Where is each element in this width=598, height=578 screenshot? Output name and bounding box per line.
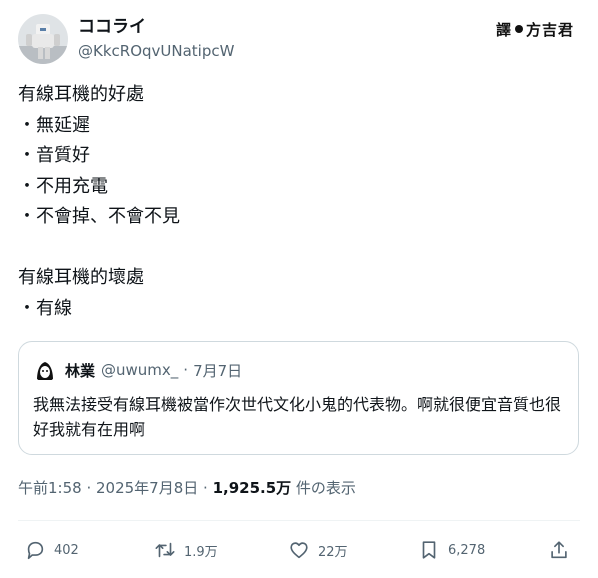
views-label: 件の表示 bbox=[291, 479, 356, 497]
views-count: 1,925.5万 bbox=[212, 479, 292, 497]
user-name-block: ココライ @KkcROqvUNatipcW bbox=[78, 16, 234, 62]
bookmark-button[interactable]: 6,278 bbox=[418, 533, 485, 567]
reply-count: 402 bbox=[54, 542, 79, 558]
quoted-avatar[interactable] bbox=[33, 358, 57, 382]
repost-count: 1.9万 bbox=[184, 544, 218, 560]
tweet-line: ・無延遲 bbox=[18, 114, 90, 136]
repost-icon bbox=[155, 542, 175, 558]
reply-button[interactable]: 402 bbox=[24, 533, 79, 567]
display-name[interactable]: ココライ bbox=[78, 16, 234, 38]
post-time[interactable]: 午前1:58 · 2025年7月8日 · bbox=[18, 479, 213, 497]
quoted-text: 我無法接受有線耳機被當作次世代文化小鬼的代表物。啊就很便宜音質也很好我就有在用啊 bbox=[33, 395, 562, 439]
like-count: 22万 bbox=[318, 544, 348, 560]
tweet-line: 有線耳機的壞處 bbox=[18, 267, 144, 288]
watermark-part1: 譯 bbox=[495, 20, 512, 39]
reply-icon bbox=[27, 541, 44, 560]
tweet-meta: 午前1:58 · 2025年7月8日 · 1,925.5万 件の表示 bbox=[18, 477, 356, 498]
user-handle[interactable]: @KkcROqvUNatipcW bbox=[78, 40, 234, 62]
like-button[interactable]: 22万 bbox=[288, 533, 348, 567]
tweet-line: ・不用充電 bbox=[18, 175, 108, 197]
divider bbox=[18, 520, 580, 521]
repost-button[interactable]: 1.9万 bbox=[154, 533, 218, 567]
tweet-line: ・有線 bbox=[18, 297, 72, 319]
quoted-date[interactable]: 7月7日 bbox=[193, 360, 242, 381]
watermark-dot bbox=[514, 25, 523, 33]
watermark: 譯 方吉君 bbox=[496, 18, 574, 40]
tweet-line: ・音質好 bbox=[18, 145, 90, 166]
quoted-display-name[interactable]: 林業 bbox=[65, 360, 95, 381]
tweet-line: 有線耳機的好處 bbox=[18, 84, 144, 105]
share-icon bbox=[551, 541, 567, 559]
action-bar: 402 1.9万 22万 6,278 bbox=[18, 533, 580, 567]
share-button[interactable] bbox=[548, 533, 578, 567]
quoted-tweet[interactable]: 林業 @uwumx_ · 7月7日 我無法接受有線耳機被當作次世代文化小鬼的代表… bbox=[18, 341, 579, 455]
avatar[interactable] bbox=[18, 14, 68, 64]
bookmark-count: 6,278 bbox=[448, 542, 486, 558]
tweet-line: ・不會掉、不會不見 bbox=[18, 206, 180, 227]
quoted-tweet-header: 林業 @uwumx_ · 7月7日 bbox=[33, 358, 242, 382]
bookmark-icon bbox=[422, 541, 436, 559]
tweet-header: ココライ @KkcROqvUNatipcW 譯 方吉君 bbox=[18, 14, 580, 64]
quoted-separator: · bbox=[183, 361, 189, 379]
quoted-handle[interactable]: @uwumx_ bbox=[101, 361, 178, 379]
tweet-text: 有線耳機的好處 ・無延遲 ・音質好 ・不用充電 ・不會掉、不會不見 有線耳機的壞… bbox=[18, 80, 578, 324]
heart-icon bbox=[290, 542, 308, 559]
watermark-part2: 方吉君 bbox=[525, 20, 574, 39]
